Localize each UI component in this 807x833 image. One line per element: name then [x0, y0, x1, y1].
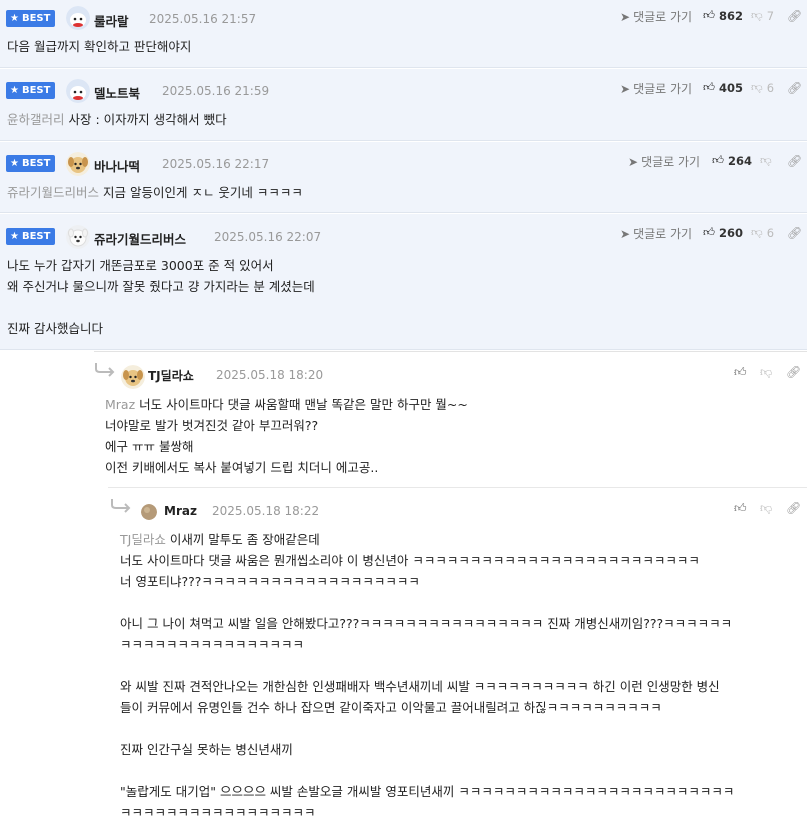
mention-link[interactable]: 윤하갤러리: [7, 112, 65, 127]
avatar[interactable]: [141, 504, 157, 520]
comment-text: 윤하갤러리 사장 : 이자까지 생각해서 뺐다: [7, 112, 227, 127]
goto-comment-link[interactable]: ➤ 댓글로 가기: [620, 8, 692, 25]
best-comment: ★ BEST 바나나떡 2025.05.16 22:17 ➤ 댓글로 가기 👍︎…: [0, 142, 807, 213]
reply-arrow-icon: [110, 497, 132, 517]
nickname[interactable]: 쥬라기월드리버스: [94, 229, 186, 248]
comment-text-line: 아니 그 나이 쳐먹고 씨발 일을 안해봤다고???ㅋㅋㅋㅋㅋㅋㅋㅋㅋㅋㅋㅋㅋㅋ…: [120, 616, 733, 631]
nickname[interactable]: 델노트북: [94, 83, 140, 102]
thumbs-up-icon[interactable]: 👍︎: [734, 501, 747, 515]
comment-text-line: 너도 사이트마다 댓글 싸움은 뭔개씹소리야 이 병신년아 ㅋㅋㅋㅋㅋㅋㅋㅋㅋㅋ…: [120, 553, 700, 568]
goto-comment-link[interactable]: ➤ 댓글로 가기: [620, 225, 692, 242]
comment-text-line: 너 영포티냐???ㅋㅋㅋㅋㅋㅋㅋㅋㅋㅋㅋㅋㅋㅋㅋㅋㅋㅋㅋ: [120, 574, 420, 589]
comment-text-line: 진짜 인간구실 못하는 병신년새끼: [120, 742, 293, 757]
thumbs-up-icon: 👍︎: [703, 80, 716, 94]
reply-arrow-icon: [94, 361, 116, 381]
thumbs-down-icon: 👎︎: [751, 80, 763, 94]
thumbs-down-icon: 👎︎: [751, 225, 763, 239]
best-badge: ★ BEST: [6, 82, 56, 99]
star-icon: ★: [10, 13, 19, 24]
best-badge: ★ BEST: [6, 10, 56, 27]
avatar[interactable]: [66, 225, 90, 249]
goto-comment-link[interactable]: ➤ 댓글로 가기: [628, 153, 700, 170]
comment-date: 2025.05.18 18:22: [212, 504, 320, 518]
comment-text-line: ㅋㅋㅋㅋㅋㅋㅋㅋㅋㅋㅋㅋㅋㅋㅋㅋㅋ: [120, 805, 316, 820]
upvote-button[interactable]: 👍︎ 405: [703, 80, 743, 95]
send-icon: ➤: [620, 9, 631, 24]
downvote-button[interactable]: 👎︎ 7: [751, 8, 774, 23]
comment-date: 2025.05.16 22:07: [214, 230, 322, 244]
comment-date: 2025.05.16 21:59: [162, 84, 270, 98]
best-label: BEST: [21, 85, 51, 96]
comment-text-line: 왜 주신거냐 물으니까 잘못 줬다고 걍 가지라는 분 계셨는데: [7, 279, 315, 294]
mention-link[interactable]: 쥬라기월드리버스: [7, 185, 99, 200]
comment-text-line: 에구 ㅠㅠ 불쌍해: [105, 439, 194, 454]
comment-text-line: Mraz 너도 사이트마다 댓글 싸움할때 맨날 똑같은 말만 하구만 뭘~~: [105, 397, 468, 412]
mention-link[interactable]: Mraz: [105, 397, 135, 412]
thumbs-down-icon[interactable]: 👎︎: [760, 501, 773, 515]
nickname[interactable]: 룰라랄: [94, 11, 129, 30]
upvote-button[interactable]: 👍︎ 264: [712, 153, 752, 168]
comment-text-line: 나도 누가 갑자기 개똔금포로 3000포 준 적 있어서: [7, 258, 274, 273]
best-badge: ★ BEST: [6, 228, 56, 245]
best-badge: ★ BEST: [6, 155, 56, 172]
link-icon[interactable]: 🔗︎: [787, 154, 802, 168]
thumbs-down-icon: 👎︎: [760, 153, 772, 167]
thumbs-up-icon: 👍︎: [703, 8, 716, 22]
thumbs-up-icon: 👍︎: [703, 225, 716, 239]
best-comment: ★ BEST 쥬라기월드리버스 2025.05.16 22:07 ➤ 댓글로 가…: [0, 214, 807, 350]
comment-date: 2025.05.16 22:17: [162, 157, 270, 171]
downvote-button[interactable]: 👎︎ 6: [751, 225, 774, 240]
comment-text-line: "놀랍게도 대기업" 으으으으 씨발 손발오글 개씨발 영포티년새끼 ㅋㅋㅋㅋㅋ…: [120, 784, 735, 799]
comment-text-line: 진짜 감사했습니다: [7, 321, 103, 336]
star-icon: ★: [10, 158, 19, 169]
avatar[interactable]: [66, 79, 90, 103]
send-icon: ➤: [628, 154, 639, 169]
nickname[interactable]: Mraz: [164, 504, 197, 518]
thumbs-down-icon: 👎︎: [751, 8, 763, 22]
nickname[interactable]: TJ딜라쇼: [148, 367, 194, 384]
comment-text-line: 와 씨발 진짜 견적안나오는 개한심한 인생패배자 백수년새끼네 씨발 ㅋㅋㅋㅋ…: [120, 679, 720, 694]
upvote-button[interactable]: 👍︎ 260: [703, 225, 743, 240]
downvote-button[interactable]: 👎︎: [760, 153, 772, 168]
thumbs-up-icon[interactable]: 👍︎: [734, 365, 747, 379]
avatar[interactable]: [121, 365, 145, 389]
comment-text: 다음 월급까지 확인하고 판단해야지: [7, 39, 192, 54]
link-icon[interactable]: 🔗︎: [787, 9, 802, 23]
link-icon[interactable]: 🔗︎: [787, 81, 802, 95]
best-comment: ★ BEST 델노트북 2025.05.16 21:59 ➤ 댓글로 가기 👍︎…: [0, 69, 807, 141]
downvote-button[interactable]: 👎︎ 6: [751, 80, 774, 95]
comment-text-line: 너야말로 발가 벗겨진것 같아 부끄러워??: [105, 418, 319, 433]
best-label: BEST: [21, 158, 51, 169]
thumbs-down-icon[interactable]: 👎︎: [760, 365, 773, 379]
star-icon: ★: [10, 85, 19, 96]
nickname[interactable]: 바나나떡: [94, 156, 140, 175]
comment-date: 2025.05.18 18:20: [216, 368, 324, 382]
comment-text: 쥬라기월드리버스 지금 알등이인게 ㅈㄴ 웃기네 ㅋㅋㅋㅋ: [7, 185, 303, 200]
goto-comment-link[interactable]: ➤ 댓글로 가기: [620, 80, 692, 97]
comment-date: 2025.05.16 21:57: [149, 12, 257, 26]
upvote-button[interactable]: 👍︎ 862: [703, 8, 743, 23]
best-comment: ★ BEST 룰라랄 2025.05.16 21:57 ➤ 댓글로 가기 👍︎ …: [0, 0, 807, 68]
reply-comment: TJ딜라쇼 2025.05.18 18:20 👍︎ 👎︎ 🔗︎ Mraz 너도 …: [94, 351, 807, 486]
comment-text-line: 이전 키배에서도 복사 붙여넣기 드립 치더니 에고공..: [105, 460, 379, 475]
comment-text-line: 들이 커뮤에서 유명인들 건수 하나 잡으면 같이죽자고 이악물고 끌어내릴려고…: [120, 700, 662, 715]
send-icon: ➤: [620, 81, 631, 96]
comment-text-line: ㅋㅋㅋㅋㅋㅋㅋㅋㅋㅋㅋㅋㅋㅋㅋㅋ: [120, 637, 305, 652]
link-icon[interactable]: 🔗︎: [787, 226, 802, 240]
send-icon: ➤: [620, 226, 631, 241]
thumbs-up-icon: 👍︎: [712, 153, 725, 167]
reply-comment: Mraz 2025.05.18 18:22 👍︎ 👎︎ 🔗︎ TJ딜라쇼 이새끼…: [108, 487, 807, 833]
comment-text-line: TJ딜라쇼 이새끼 말투도 좀 장애같은데: [120, 532, 320, 547]
mention-link[interactable]: TJ딜라쇼: [120, 532, 166, 547]
avatar[interactable]: [66, 152, 90, 176]
star-icon: ★: [10, 231, 19, 242]
avatar[interactable]: [66, 6, 90, 30]
best-label: BEST: [21, 231, 51, 242]
link-icon[interactable]: 🔗︎: [786, 365, 801, 379]
link-icon[interactable]: 🔗︎: [786, 501, 801, 515]
best-label: BEST: [21, 13, 51, 24]
